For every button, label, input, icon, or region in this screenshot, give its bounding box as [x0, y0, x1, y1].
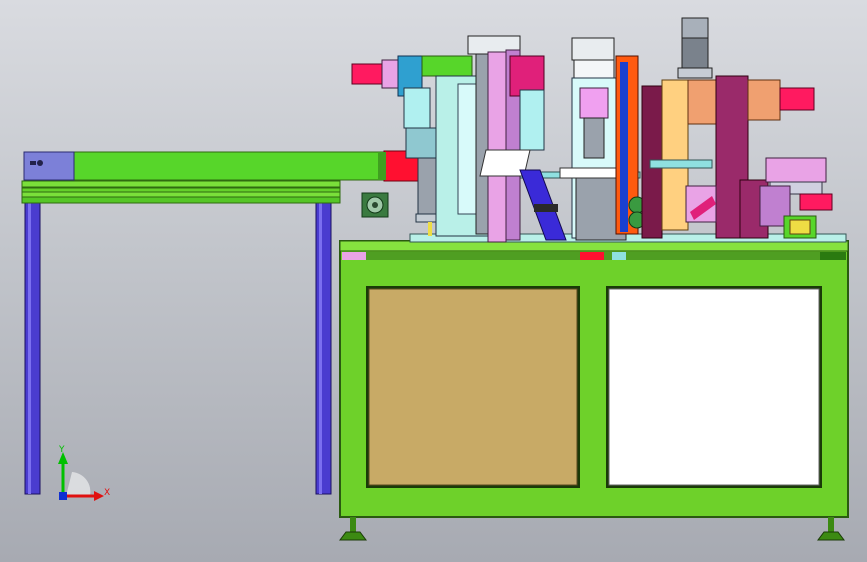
machine-table: [339, 240, 849, 541]
conveyor-belt: [73, 151, 387, 181]
origin-marker: [59, 492, 67, 500]
foot-right: [817, 531, 845, 541]
right-cylinder: [779, 87, 815, 111]
axis-triad: Y X: [58, 445, 110, 501]
cad-viewport[interactable]: Y X: [0, 0, 867, 562]
conveyor-end-cap: [23, 151, 75, 181]
panel-left: [368, 288, 578, 486]
right-feeder-drum: [765, 157, 827, 183]
machine-assembly-drawing: Y X: [21, 17, 849, 541]
press-cylinder: [681, 17, 709, 39]
foot-left: [339, 531, 367, 541]
panel-right: [608, 288, 820, 486]
conveyor-leg-left: [24, 195, 41, 495]
x-axis-label: X: [104, 488, 110, 498]
slide-2-top: [571, 37, 615, 61]
left-cylinder: [351, 63, 383, 85]
conveyor-leg-right: [315, 195, 332, 495]
top-mechanism: [351, 17, 847, 243]
y-axis-label: Y: [58, 445, 65, 455]
